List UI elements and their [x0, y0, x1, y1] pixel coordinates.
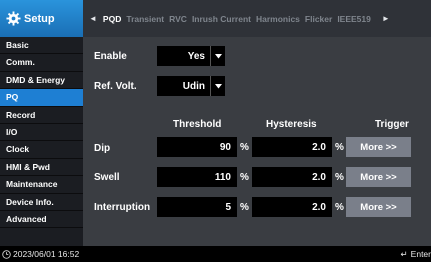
interruption-threshold-unit: % [240, 202, 249, 213]
gear-icon [6, 11, 21, 26]
dip-hysteresis-unit: % [335, 142, 344, 153]
threshold-header: Threshold [173, 119, 222, 130]
sidebar-item-hmi-pwd[interactable]: HMI & Pwd [0, 159, 83, 177]
enable-value: Yes [187, 50, 205, 62]
tab-rvc[interactable]: RVC [169, 14, 187, 24]
enable-label: Enable [94, 51, 127, 62]
interruption-hysteresis-unit: % [335, 202, 344, 213]
tab-flicker[interactable]: Flicker [305, 14, 332, 24]
status-bar: 2023/06/01 16:52 ↵ Enter [0, 246, 431, 262]
dip-threshold-input[interactable]: 90 [157, 137, 237, 157]
interruption-label: Interruption [94, 202, 151, 213]
dip-hysteresis-input[interactable]: 2.0 [252, 137, 332, 157]
sidebar-item-device-info[interactable]: Device Info. [0, 194, 83, 211]
sidebar-item-maintenance[interactable]: Maintenance [0, 176, 83, 194]
sidebar-item-comm[interactable]: Comm. [0, 54, 83, 72]
trigger-header: Trigger [375, 119, 409, 130]
ref-volt-label: Ref. Volt. [94, 81, 137, 92]
sidebar-item-basic[interactable]: Basic [0, 37, 83, 55]
tab-bar: ◄ PQD Transient RVC Inrush Current Harmo… [83, 0, 431, 37]
swell-hysteresis-input[interactable]: 2.0 [252, 167, 332, 187]
swell-threshold-input[interactable]: 110 [157, 167, 237, 187]
interruption-more-button[interactable]: More >> [346, 197, 411, 217]
ref-volt-value: Udin [182, 80, 205, 92]
sidebar-item-io[interactable]: I/O [0, 124, 83, 142]
interruption-hysteresis-input[interactable]: 2.0 [252, 197, 332, 217]
status-datetime: 2023/06/01 16:52 [13, 249, 80, 259]
sidebar-item-clock[interactable]: Clock [0, 141, 83, 159]
enable-select[interactable]: Yes [157, 46, 225, 66]
setup-header: Setup [0, 0, 83, 37]
tab-prev-arrow[interactable]: ◄ [83, 14, 103, 23]
ref-volt-select[interactable]: Udin [157, 76, 225, 96]
dip-label: Dip [94, 143, 111, 154]
enter-hint[interactable]: ↵ Enter [401, 246, 431, 262]
hysteresis-header: Hysteresis [266, 119, 317, 130]
swell-label: Swell [94, 172, 120, 183]
enter-label: Enter [410, 249, 431, 259]
swell-threshold-unit: % [240, 172, 249, 183]
tab-next-arrow[interactable]: ► [376, 14, 396, 23]
dip-threshold-unit: % [240, 142, 249, 153]
app-title: Setup [24, 12, 55, 25]
sidebar-item-pq[interactable]: PQ [0, 89, 83, 107]
tab-pqd[interactable]: PQD [103, 14, 121, 24]
swell-hysteresis-unit: % [335, 172, 344, 183]
enter-icon: ↵ [400, 248, 408, 259]
interruption-threshold-input[interactable]: 5 [157, 197, 237, 217]
caret-down-icon [210, 46, 225, 66]
pqd-settings-panel: Enable Yes Ref. Volt. Udin Threshold Hys… [83, 37, 431, 246]
sidebar-item-advanced[interactable]: Advanced [0, 211, 83, 229]
tab-harmonics[interactable]: Harmonics [256, 14, 300, 24]
tab-inrush-current[interactable]: Inrush Current [192, 14, 251, 24]
sidebar-item-record[interactable]: Record [0, 107, 83, 124]
clock-icon [2, 249, 11, 259]
sidebar-item-dmd-energy[interactable]: DMD & Energy [0, 72, 83, 90]
tab-transient[interactable]: Transient [126, 14, 164, 24]
caret-down-icon [210, 76, 225, 96]
tab-ieee519[interactable]: IEEE519 [337, 14, 371, 24]
sidebar: Basic Comm. DMD & Energy PQ Record I/O C… [0, 37, 83, 246]
swell-more-button[interactable]: More >> [346, 167, 411, 187]
dip-more-button[interactable]: More >> [346, 137, 411, 157]
